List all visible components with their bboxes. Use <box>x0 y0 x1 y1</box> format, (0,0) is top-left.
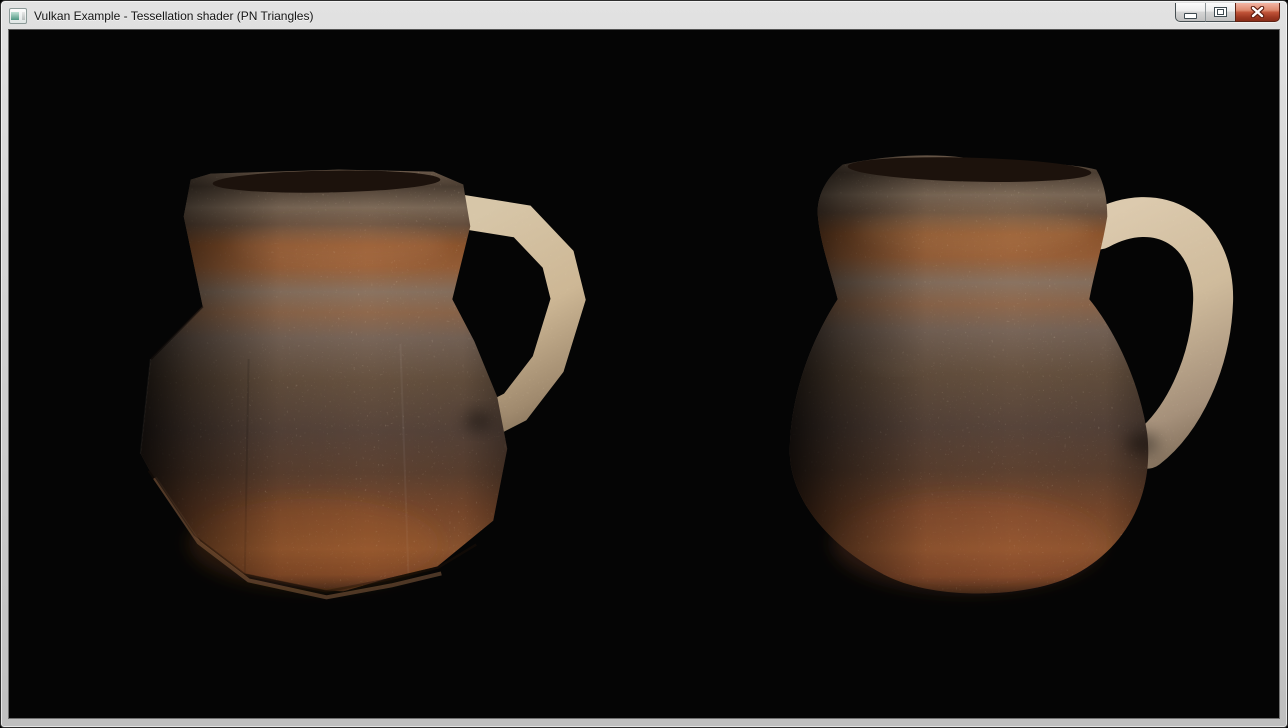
app-window: Vulkan Example - Tessellation shader (PN… <box>0 0 1288 728</box>
render-viewport[interactable] <box>8 29 1280 719</box>
app-icon <box>9 8 27 24</box>
maximize-button[interactable] <box>1205 3 1235 22</box>
close-button[interactable] <box>1235 3 1280 22</box>
window-title: Vulkan Example - Tessellation shader (PN… <box>34 9 313 23</box>
window-controls <box>1175 3 1280 22</box>
jug-low-poly <box>141 169 568 598</box>
title-bar[interactable]: Vulkan Example - Tessellation shader (PN… <box>2 2 1286 29</box>
minimize-button[interactable] <box>1175 3 1205 22</box>
close-x-icon <box>1250 6 1265 18</box>
3d-scene <box>9 30 1279 718</box>
jug-tessellated <box>790 154 1213 593</box>
restore-icon <box>1214 7 1227 17</box>
minimize-icon <box>1184 13 1197 19</box>
